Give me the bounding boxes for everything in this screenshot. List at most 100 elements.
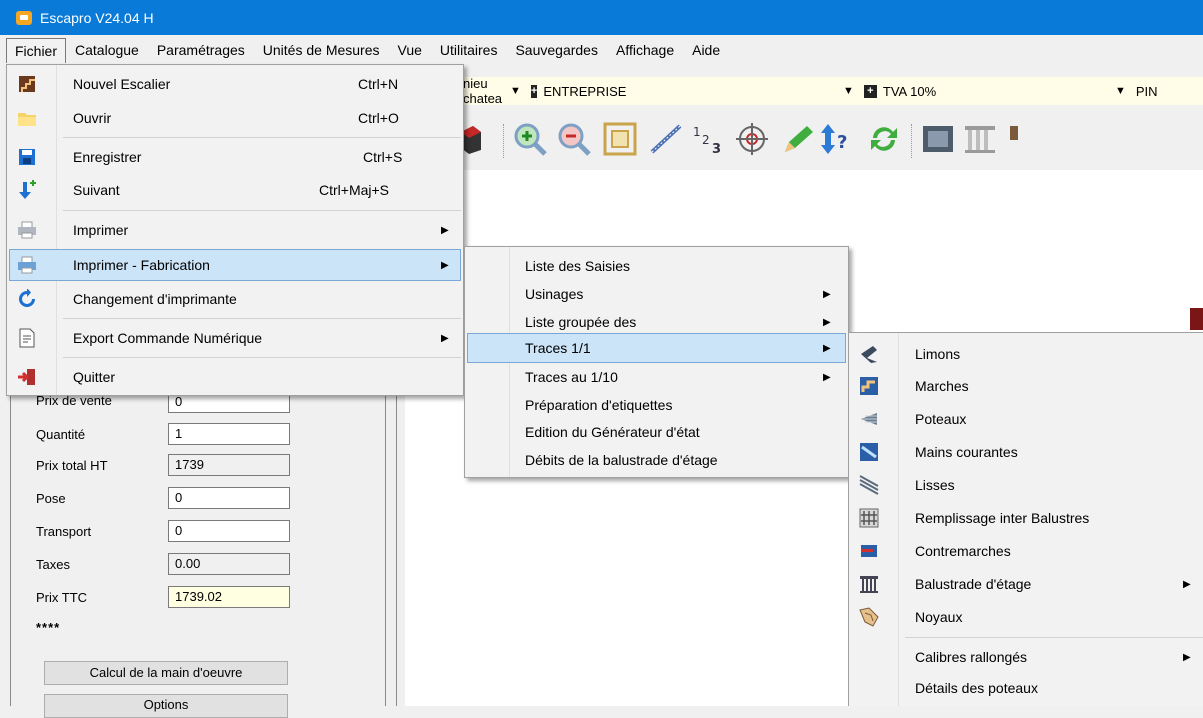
menu-affichage[interactable]: Affichage (607, 37, 683, 63)
calcul-main-oeuvre-button[interactable]: Calcul de la main d'oeuvre (44, 661, 288, 685)
menu-item-label: Quitter (73, 369, 116, 385)
refresh-green-icon[interactable] (865, 120, 903, 158)
submenu-item-remplissage[interactable]: Remplissage inter Balustres (851, 503, 1201, 533)
menu-item-changement-imprimante[interactable]: Changement d'imprimante (9, 284, 461, 314)
quantite-input[interactable]: 1 (168, 423, 290, 445)
balustre-fill-icon (859, 508, 879, 528)
pose-input[interactable]: 0 (168, 487, 290, 509)
submenu-arrow-icon: ▶ (1183, 578, 1191, 590)
title-bar: Escapro V24.04 H (0, 0, 1203, 35)
prix-total-field: 1739 (168, 454, 290, 476)
submenu-item-mains-courantes[interactable]: Mains courantes (851, 437, 1201, 467)
balustrade-toolbar-icon[interactable] (961, 120, 999, 158)
refresh-icon (17, 289, 37, 309)
expand-plus-icon[interactable]: + (530, 84, 538, 98)
canvas-marker (1190, 308, 1203, 330)
panel-splitter[interactable] (385, 380, 397, 706)
menu-item-nouvel-escalier[interactable]: Nouvel Escalier Ctrl+N (9, 69, 461, 99)
help-arrows-icon[interactable]: ? (819, 120, 857, 158)
numbering-icon[interactable]: 123 (689, 120, 727, 158)
submenu-arrow-icon: ▶ (823, 371, 831, 383)
target-icon[interactable] (733, 120, 771, 158)
submenu-item-lisses[interactable]: Lisses (851, 470, 1201, 500)
main-courante-icon (859, 442, 879, 462)
menu-item-enregistrer[interactable]: Enregistrer Ctrl+S (9, 142, 461, 172)
submenu-item-liste-saisies[interactable]: Liste des Saisies (467, 251, 846, 281)
menu-aide[interactable]: Aide (683, 37, 729, 63)
menu-item-label: Liste groupée des (525, 314, 637, 330)
options-button[interactable]: Options (44, 694, 288, 718)
transport-label: Transport (36, 524, 92, 539)
submenu-arrow-icon: ▶ (441, 259, 449, 271)
menu-item-label: Mains courantes (915, 444, 1018, 460)
wood-combo[interactable]: ▼ PIN (1115, 77, 1203, 105)
submenu-item-calibres[interactable]: Calibres rallongés ▶ (851, 642, 1201, 672)
menu-item-ouvrir[interactable]: Ouvrir Ctrl+O (9, 103, 461, 133)
menu-item-shortcut: Ctrl+Maj+S (319, 182, 390, 198)
site-combo-value: nieu chatea (463, 76, 503, 106)
menu-vue[interactable]: Vue (389, 37, 431, 63)
svg-text:2: 2 (702, 133, 710, 147)
wood-value: PIN (1135, 83, 1158, 99)
menu-item-shortcut: Ctrl+N (358, 76, 399, 92)
partial-icon[interactable] (1001, 120, 1021, 158)
fabrication-submenu: Liste des Saisies Usinages ▶ Liste group… (464, 246, 849, 478)
submenu-item-debits-balustrade[interactable]: Débits de la balustrade d'étage (467, 445, 846, 475)
submenu-item-marches[interactable]: Marches (851, 371, 1201, 401)
menu-item-suivant[interactable]: Suivant Ctrl+Maj+S (9, 175, 461, 205)
menu-item-shortcut: Ctrl+O (358, 110, 399, 126)
submenu-item-poteaux[interactable]: Poteaux (851, 404, 1201, 434)
menu-fichier[interactable]: Fichier (6, 37, 67, 63)
menu-item-label: Liste des Saisies (525, 258, 631, 274)
pose-label: Pose (36, 491, 66, 506)
menu-item-label: Balustrade d'étage (915, 576, 1032, 592)
zoom-in-icon[interactable] (511, 120, 549, 158)
menu-item-export-commande[interactable]: Export Commande Numérique ▶ (9, 323, 461, 353)
transport-input[interactable]: 0 (168, 520, 290, 542)
svg-text:3: 3 (712, 142, 721, 156)
limon-icon (859, 344, 879, 364)
submenu-item-balustrade-etage[interactable]: Balustrade d'étage ▶ (851, 569, 1201, 599)
expand-plus-icon[interactable]: + (863, 84, 877, 98)
site-combo[interactable]: nieu chatea ▼ + ENTREPRISE (463, 76, 626, 106)
submenu-item-edition-generateur[interactable]: Edition du Générateur d'état (467, 417, 846, 447)
floppy-icon (17, 147, 37, 167)
menu-item-label: Calibres rallongés (915, 649, 1028, 665)
menu-item-label: Enregistrer (73, 149, 142, 165)
menu-item-label: Ouvrir (73, 110, 112, 126)
menu-item-imprimer[interactable]: Imprimer ▶ (9, 215, 461, 245)
menu-item-imprimer-fabrication[interactable]: Imprimer - Fabrication ▶ (9, 249, 461, 281)
submenu-item-traces-1-1[interactable]: Traces 1/1 ▶ (467, 333, 846, 363)
menu-catalogue[interactable]: Catalogue (66, 37, 148, 63)
menu-item-quitter[interactable]: Quitter (9, 362, 461, 392)
submenu-item-details-poteaux[interactable]: Détails des poteaux (851, 673, 1201, 703)
printer-icon (17, 220, 37, 240)
zoom-out-icon[interactable] (555, 120, 593, 158)
menu-item-label: Changement d'imprimante (73, 291, 237, 307)
prix-total-label: Prix total HT (36, 458, 108, 473)
balustrade-icon (859, 574, 879, 594)
submenu-item-limons[interactable]: Limons (851, 339, 1201, 369)
chevron-down-icon: ▼ (1115, 85, 1126, 97)
pencil-icon[interactable] (779, 120, 817, 158)
submenu-item-contremarches[interactable]: Contremarches (851, 536, 1201, 566)
submenu-item-noyaux[interactable]: Noyaux (851, 602, 1201, 632)
menu-parametrages[interactable]: Paramétrages (148, 37, 254, 63)
menu-utilitaires[interactable]: Utilitaires (431, 37, 507, 63)
frame-dark-icon[interactable] (919, 120, 957, 158)
menu-sauvegardes[interactable]: Sauvegardes (506, 37, 607, 63)
measure-icon[interactable] (647, 120, 685, 158)
fit-frame-icon[interactable] (601, 120, 639, 158)
menu-item-label: Usinages (525, 286, 584, 302)
submenu-item-traces-1-10[interactable]: Traces au 1/10 ▶ (467, 362, 846, 392)
arrow-down-plus-icon (17, 180, 37, 200)
menu-unites[interactable]: Unités de Mesures (254, 37, 389, 63)
submenu-arrow-icon: ▶ (823, 288, 831, 300)
chevron-down-icon: ▼ (510, 85, 521, 97)
submenu-item-preparation-etiquettes[interactable]: Préparation d'etiquettes (467, 390, 846, 420)
menu-item-label: Edition du Générateur d'état (525, 424, 700, 440)
printer-blue-icon (17, 255, 37, 275)
submenu-item-usinages[interactable]: Usinages ▶ (467, 279, 846, 309)
document-export-icon (17, 328, 37, 348)
tva-combo[interactable]: ▼ + TVA 10% (843, 77, 1043, 105)
